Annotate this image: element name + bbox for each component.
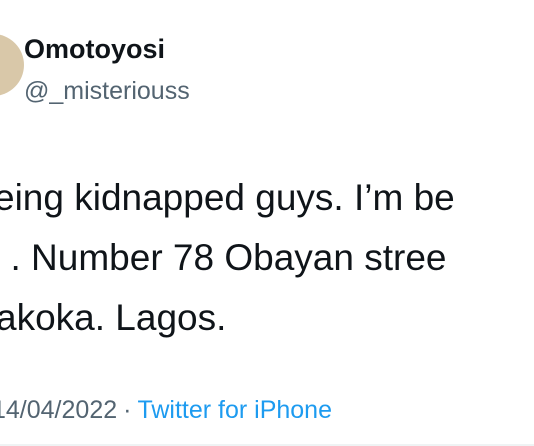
tweet-source-link[interactable]: Twitter for iPhone: [137, 396, 332, 424]
tweet-meta: 14/04/2022 · Twitter for iPhone: [0, 396, 332, 425]
tweet-text-line: akoka. Lagos.: [0, 297, 227, 338]
tweet-card: Omotoyosi @_misteriouss eing kidnapped g…: [0, 0, 534, 446]
avatar[interactable]: [0, 34, 24, 96]
tweet-text-line: l . Number 78 Obayan stree: [0, 237, 447, 278]
tweet-text-line: eing kidnapped guys. I’m be: [0, 177, 455, 218]
meta-separator: ·: [123, 396, 132, 424]
author-display-name[interactable]: Omotoyosi: [24, 34, 165, 65]
author-handle[interactable]: @_misteriouss: [24, 77, 190, 106]
tweet-date[interactable]: 14/04/2022: [0, 396, 117, 424]
